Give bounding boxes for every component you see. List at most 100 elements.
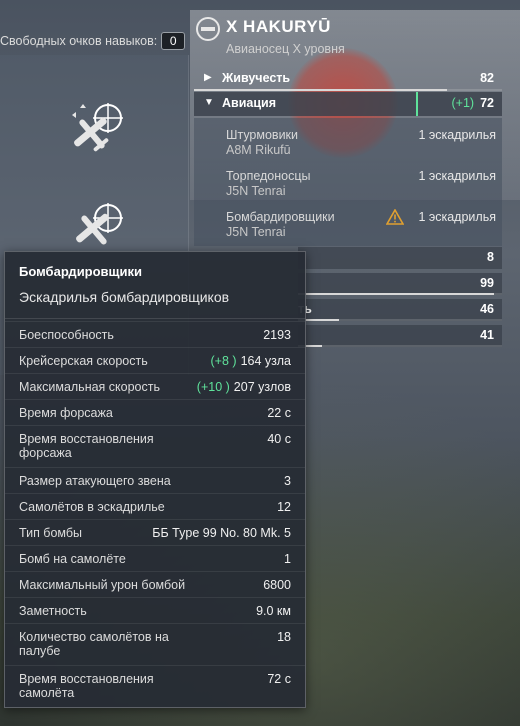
tooltip-stat-label: Время восстановления самолёта xyxy=(19,672,154,700)
ship-subtitle: Авианосец X уровня xyxy=(226,42,345,56)
stat-row[interactable]: 8 xyxy=(298,247,502,269)
tooltip-stat-value: 22 с xyxy=(267,406,291,420)
warning-icon[interactable] xyxy=(386,209,404,225)
tooltip-stat-label: Боеспособность xyxy=(19,328,114,342)
tooltip-stat-value: 6800 xyxy=(263,578,291,592)
tooltip-row-separator xyxy=(5,597,305,598)
stat-bar-track xyxy=(298,345,502,347)
stat-label: Живучесть xyxy=(222,71,291,85)
tooltip-row-separator xyxy=(5,321,305,322)
stat-row-aviation[interactable]: ▼ Авиация (+1) 72 xyxy=(194,92,502,116)
tooltip-stat-bonus: (+8 ) xyxy=(210,354,237,368)
tooltip-stat-label: Самолётов в эскадрилье xyxy=(19,500,165,514)
tooltip-stat-value-text: 9.0 км xyxy=(256,604,291,618)
tooltip-title: Бомбардировщики xyxy=(19,264,143,279)
tooltip-stat-label: Крейсерская скорость xyxy=(19,354,148,368)
tooltip-stat-value: (+10 ) 207 узлов xyxy=(197,380,291,394)
tooltip-stat-value: 1 xyxy=(284,552,291,566)
stat-bar-fill xyxy=(298,293,494,295)
tooltip-stat-label: Заметность xyxy=(19,604,87,618)
tooltip-stat-label: Количество самолётов на палубе xyxy=(19,630,169,658)
tooltip-stat-value-text: 22 с xyxy=(267,406,291,420)
free-skill-points: Свободных очков навыков: 0 xyxy=(0,32,186,50)
tooltip-stat-label: Размер атакующего звена xyxy=(19,474,171,488)
tooltip-stat-value-text: 164 узла xyxy=(240,354,291,368)
expand-arrow-icon: ▶ xyxy=(204,72,212,83)
tooltip-stat-value-text: 1 xyxy=(284,552,291,566)
squadron-type: Бомбардировщики xyxy=(226,210,335,224)
stat-bar-track xyxy=(194,89,502,91)
squadron-plane: A8M Rikufū xyxy=(226,143,291,157)
squadron-count: 1 эскадрилья xyxy=(418,128,496,142)
stat-bar-track xyxy=(298,319,502,321)
stat-value: 41 xyxy=(480,328,494,342)
squadron-item[interactable]: Штурмовики A8M Rikufū xyxy=(226,128,298,157)
squadron-type: Штурмовики xyxy=(226,128,299,142)
tooltip-stat-value-text: 207 узлов xyxy=(233,380,291,394)
stat-value: 8 xyxy=(487,250,494,264)
tooltip-row-separator xyxy=(5,665,305,666)
tooltip-row-separator xyxy=(5,623,305,624)
tooltip-stat-value: ББ Type 99 No. 80 Mk. 5 xyxy=(152,526,291,540)
tooltip-stat-label: Время форсажа xyxy=(19,406,113,420)
stat-row-survivability[interactable]: ▶ Живучесть 82 xyxy=(194,67,502,91)
tooltip-row-separator xyxy=(5,545,305,546)
tooltip-subtitle: Эскадрилья бомбардировщиков xyxy=(19,289,230,305)
free-points-badge: 0 xyxy=(161,32,186,50)
tooltip-row-separator xyxy=(5,373,305,374)
squadron-item[interactable]: Бомбардировщики J5N Tenrai xyxy=(226,210,335,239)
stat-value-number: 72 xyxy=(480,96,494,110)
attack-plane-skill-icon[interactable] xyxy=(68,100,128,160)
tooltip-stat-value-text: 40 с xyxy=(267,432,291,446)
squadron-plane: J5N Tenrai xyxy=(226,225,286,239)
squadron-item[interactable]: Торпедоносцы J5N Tenrai xyxy=(226,169,311,198)
stat-label: Авиация xyxy=(222,96,277,110)
tooltip-stat-value: 3 xyxy=(284,474,291,488)
tooltip-stat-bonus: (+10 ) xyxy=(196,380,230,394)
free-points-label: Свободных очков навыков: xyxy=(0,34,158,48)
tooltip-stat-value: 18 xyxy=(277,630,291,644)
tooltip-row-separator xyxy=(5,493,305,494)
tooltip-stat-label: Бомб на самолёте xyxy=(19,552,126,566)
tooltip-stat-value-text: 3 xyxy=(284,474,291,488)
stat-bonus: +1 xyxy=(455,96,470,110)
collapse-arrow-icon: ▼ xyxy=(204,97,214,108)
stat-value: 46 xyxy=(480,302,494,316)
tooltip-stat-value: 9.0 км xyxy=(256,604,291,618)
stat-value: 82 xyxy=(480,71,494,85)
tooltip-stat-value-text: 2193 xyxy=(263,328,291,342)
squadron-tooltip: Бомбардировщики Эскадрилья бомбардировщи… xyxy=(4,251,306,708)
carrier-class-icon xyxy=(196,17,220,41)
tooltip-stat-value-text: 6800 xyxy=(263,578,291,592)
squadron-list: Штурмовики A8M Rikufū 1 эскадрилья Торпе… xyxy=(194,118,502,246)
stat-bar-fill xyxy=(194,89,447,91)
tooltip-row-separator xyxy=(5,467,305,468)
tooltip-stat-value: 2193 xyxy=(263,328,291,342)
squadron-count: 1 эскадрилья xyxy=(418,169,496,183)
tooltip-stat-value: 72 с xyxy=(267,672,291,686)
stat-row[interactable]: 99 xyxy=(298,273,502,295)
tooltip-divider xyxy=(5,318,305,319)
squadron-plane: J5N Tenrai xyxy=(226,184,286,198)
ship-name: X HAKURYŪ xyxy=(226,17,331,36)
tooltip-stat-value-text: 18 xyxy=(277,630,291,644)
tooltip-row-separator xyxy=(5,347,305,348)
stat-value: 99 xyxy=(480,276,494,290)
tooltip-row-separator xyxy=(5,399,305,400)
squadron-count: 1 эскадрилья xyxy=(418,210,496,224)
stat-row[interactable]: ть 46 xyxy=(298,299,502,321)
tooltip-stat-value: 12 xyxy=(277,500,291,514)
aviation-bar-marker xyxy=(416,92,418,116)
stat-value: (+1) 72 xyxy=(451,96,494,110)
tooltip-row-separator xyxy=(5,571,305,572)
stat-row[interactable]: 41 xyxy=(298,325,502,347)
tooltip-stat-value: 40 с xyxy=(267,432,291,446)
tooltip-stat-label: Время восстановления форсажа xyxy=(19,432,154,460)
tooltip-stat-value-text: 12 xyxy=(277,500,291,514)
stat-bar-track xyxy=(298,293,502,295)
squadron-type: Торпедоносцы xyxy=(226,169,311,183)
tooltip-row-separator xyxy=(5,425,305,426)
tooltip-stat-value-text: ББ Type 99 No. 80 Mk. 5 xyxy=(152,526,291,540)
tooltip-stat-label: Максимальный урон бомбой xyxy=(19,578,186,592)
tooltip-stat-value: (+8 ) 164 узла xyxy=(211,354,291,368)
